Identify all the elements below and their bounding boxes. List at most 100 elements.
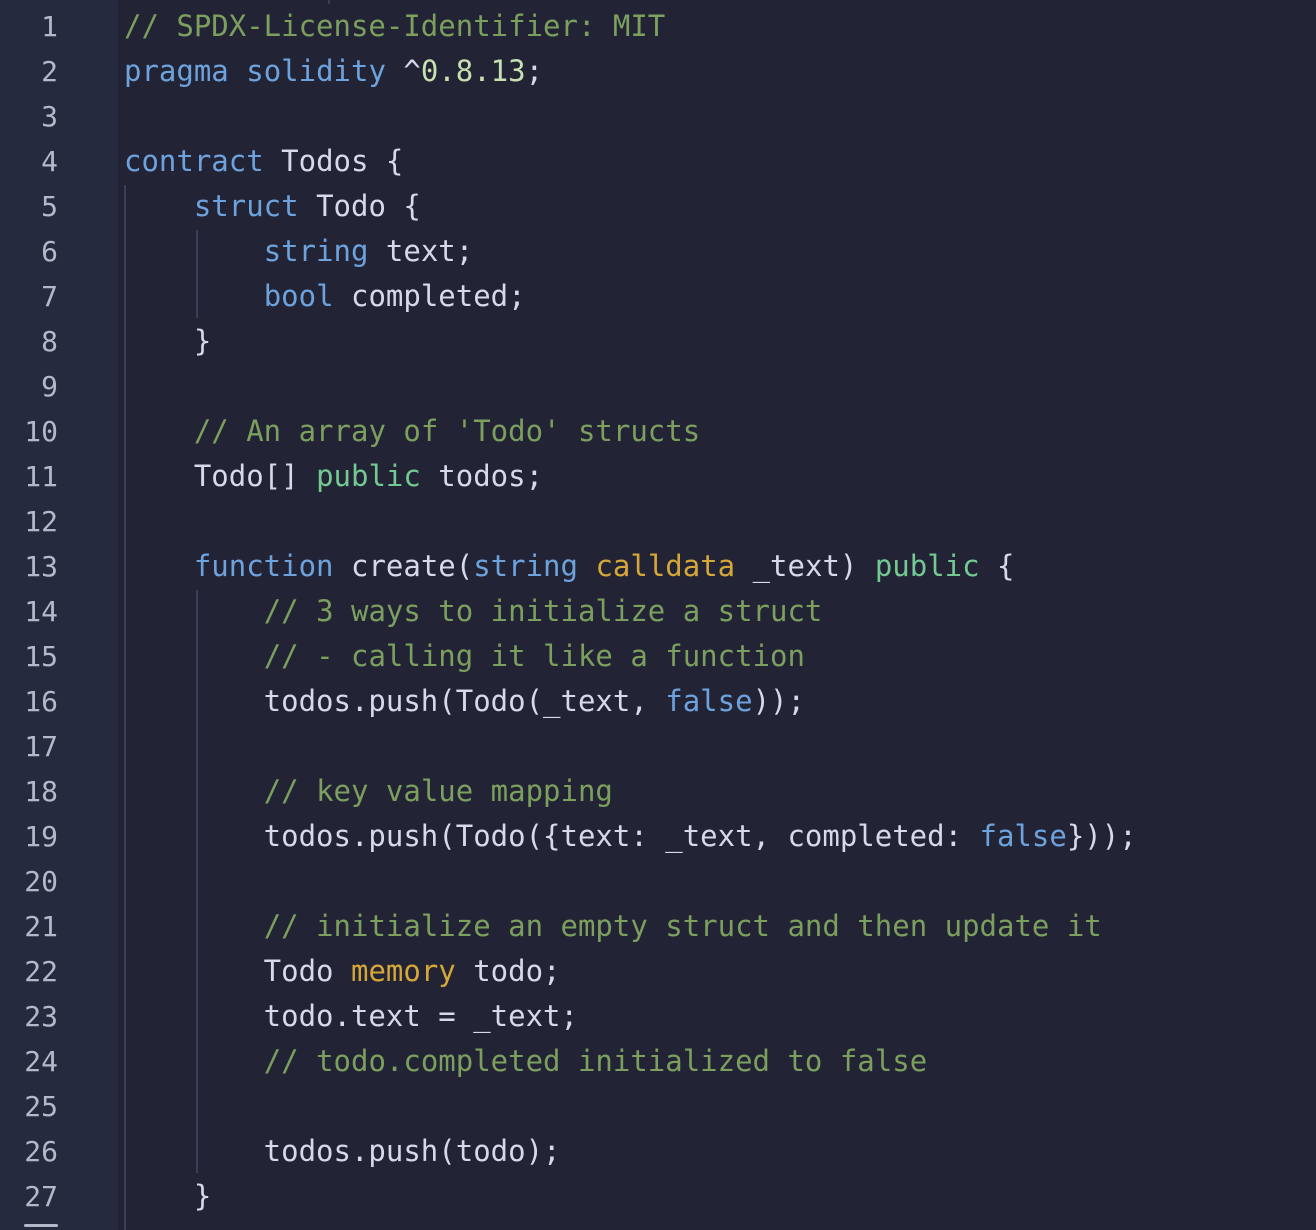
line-number: 23 bbox=[24, 1000, 58, 1033]
line-number: 26 bbox=[24, 1135, 58, 1168]
keyword-token: contract bbox=[124, 144, 264, 178]
code-token: todo; bbox=[455, 954, 561, 988]
code-token: } bbox=[124, 324, 212, 358]
line-number-gutter: 1 2 3 4 5 6 7 8 9 10 11 12 13 14 15 16 17 18 19 20 21 22 23 24 2… bbox=[0, 0, 118, 1230]
type-token: string bbox=[473, 549, 578, 583]
comment-token: // key value mapping bbox=[263, 774, 613, 808]
type-token: string bbox=[263, 234, 369, 268]
code-token: todos; bbox=[420, 459, 544, 493]
code-line[interactable]: // - calling it like a function bbox=[124, 634, 805, 679]
code-token: ; bbox=[525, 54, 544, 88]
code-line[interactable]: // initialize an empty struct and then u… bbox=[124, 904, 1102, 949]
code-token: Todo { bbox=[298, 189, 421, 223]
line-number: 7 bbox=[41, 280, 58, 313]
comment-token: // An array of 'Todo' structs bbox=[193, 414, 701, 448]
code-line[interactable]: // key value mapping bbox=[124, 769, 613, 814]
literal-token: false bbox=[665, 684, 753, 718]
code-token: todo.text = _text; bbox=[124, 999, 578, 1033]
line-number: 3 bbox=[41, 100, 58, 133]
keyword-token: function bbox=[193, 549, 334, 583]
code-line[interactable]: // todo.completed initialized to false bbox=[124, 1039, 927, 1084]
modifier-token: public bbox=[874, 549, 980, 583]
line-number: 13 bbox=[24, 550, 58, 583]
keyword-token: solidity bbox=[246, 54, 386, 88]
code-line[interactable]: todo.text = _text; bbox=[124, 994, 578, 1039]
line-number: 24 bbox=[24, 1045, 58, 1078]
line-number: 19 bbox=[24, 820, 58, 853]
code-line[interactable]: struct Todo { bbox=[124, 184, 421, 229]
code-token: Todos { bbox=[263, 144, 404, 178]
code-line[interactable]: Todo memory todo; bbox=[124, 949, 561, 994]
code-token: create( bbox=[333, 549, 474, 583]
code-line[interactable]: } bbox=[124, 319, 211, 364]
line-number: 4 bbox=[41, 145, 58, 178]
code-line[interactable]: // An array of 'Todo' structs bbox=[124, 409, 700, 454]
line-number: 11 bbox=[24, 460, 58, 493]
code-token: todos.push(Todo(_text, bbox=[124, 684, 666, 718]
storage-token: calldata bbox=[595, 549, 736, 583]
code-token: _text) bbox=[735, 549, 875, 583]
line-number: 6 bbox=[41, 235, 58, 268]
storage-token: memory bbox=[350, 954, 456, 988]
code-line[interactable]: pragma solidity ^0.8.13; bbox=[124, 49, 543, 94]
code-token: ^ bbox=[385, 54, 421, 88]
code-editor[interactable]: 1 2 3 4 5 6 7 8 9 10 11 12 13 14 15 16 17 18 19 20 21 22 23 24 2… bbox=[0, 0, 1316, 1230]
code-line[interactable]: todos.push(Todo({text: _text, completed:… bbox=[124, 814, 1137, 859]
line-number: 2 bbox=[41, 55, 58, 88]
line-number: 8 bbox=[41, 325, 58, 358]
line-number: 14 bbox=[24, 595, 58, 628]
line-number: 18 bbox=[24, 775, 58, 808]
line-number: 15 bbox=[24, 640, 58, 673]
comment-token: // initialize an empty struct and then u… bbox=[263, 909, 1102, 943]
code-line[interactable]: Todo[] public todos; bbox=[124, 454, 543, 499]
code-line[interactable]: // 3 ways to initialize a struct bbox=[124, 589, 823, 634]
comment-token: // 3 ways to initialize a struct bbox=[263, 594, 823, 628]
code-line[interactable]: todos.push(Todo(_text, false)); bbox=[124, 679, 805, 724]
line-number: 9 bbox=[41, 370, 58, 403]
code-token: todos.push(todo); bbox=[124, 1134, 561, 1168]
comment-token: // todo.completed initialized to false bbox=[263, 1044, 928, 1078]
code-line[interactable]: function create(string calldata _text) p… bbox=[124, 544, 1015, 589]
code-token: todos.push(Todo({text: _text, completed: bbox=[124, 819, 980, 853]
code-line[interactable]: string text; bbox=[124, 229, 474, 274]
modifier-token: public bbox=[316, 459, 421, 493]
line-number: 5 bbox=[41, 190, 58, 223]
line-number: 20 bbox=[24, 865, 58, 898]
type-token: bool bbox=[263, 279, 334, 313]
code-line[interactable]: todos.push(todo); bbox=[124, 1129, 561, 1174]
number-token: 0.8.13 bbox=[420, 54, 526, 88]
keyword-token: struct bbox=[193, 189, 299, 223]
line-number: 27 bbox=[24, 1180, 58, 1213]
line-number: 22 bbox=[24, 955, 58, 988]
code-token: text; bbox=[368, 234, 474, 268]
line-number: 21 bbox=[24, 910, 58, 943]
line-number: 1 bbox=[41, 10, 58, 43]
code-token: Todo bbox=[124, 954, 351, 988]
code-line[interactable]: // SPDX-License-Identifier: MIT bbox=[124, 4, 665, 49]
line-number: 25 bbox=[24, 1090, 58, 1123]
line-number: 16 bbox=[24, 685, 58, 718]
line-number-partial bbox=[24, 1222, 58, 1230]
code-area[interactable]: // SPDX-License-Identifier: MIT pragma so… bbox=[124, 0, 1316, 1230]
code-line[interactable]: bool completed; bbox=[124, 274, 526, 319]
code-token: Todo[] bbox=[124, 459, 317, 493]
code-token: )); bbox=[752, 684, 805, 718]
code-token: completed; bbox=[333, 279, 526, 313]
code-line[interactable]: contract Todos { bbox=[124, 139, 403, 184]
comment-token: // - calling it like a function bbox=[263, 639, 805, 673]
literal-token: false bbox=[979, 819, 1067, 853]
line-number: 12 bbox=[24, 505, 58, 538]
code-token: })); bbox=[1066, 819, 1137, 853]
code-line[interactable]: } bbox=[124, 1174, 211, 1219]
line-number: 17 bbox=[24, 730, 58, 763]
